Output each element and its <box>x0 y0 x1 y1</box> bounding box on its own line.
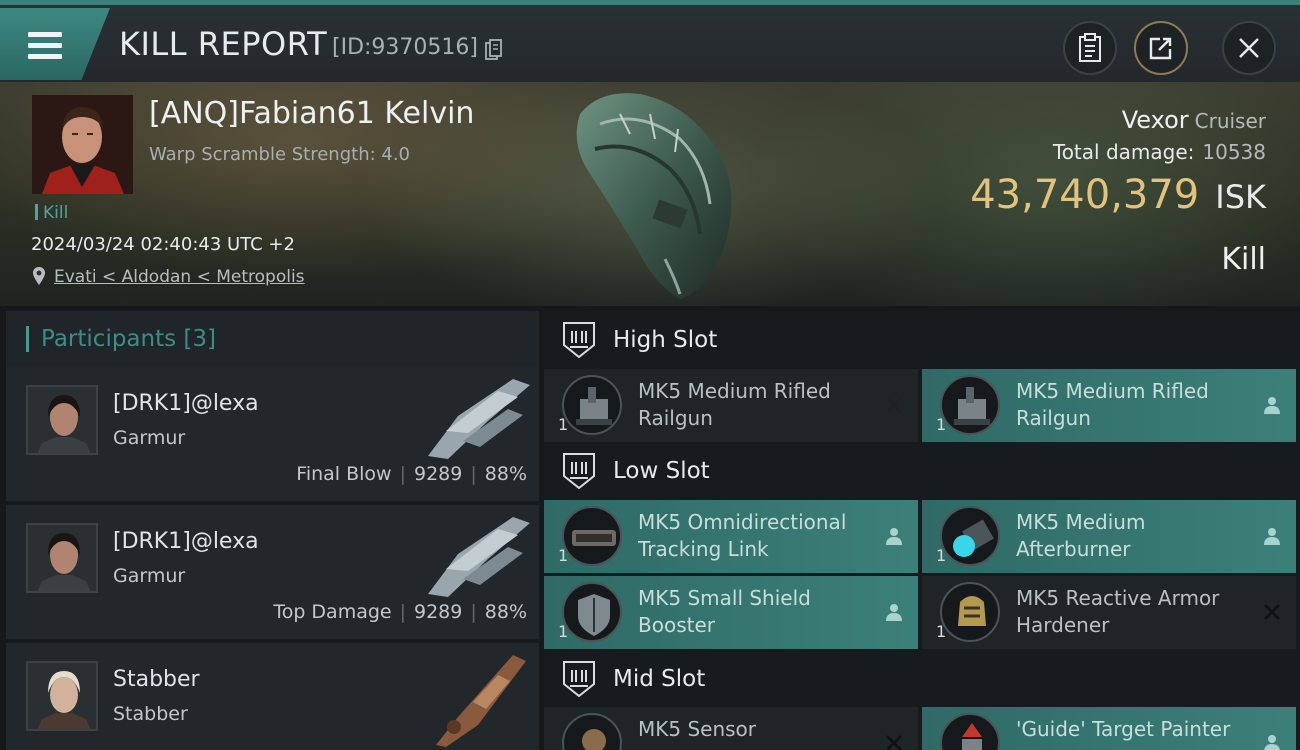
avatar <box>26 661 98 731</box>
total-damage: Total damage: 10538 <box>1052 140 1266 164</box>
victim-portrait[interactable] <box>32 95 133 194</box>
module-qty: 1 <box>936 622 947 641</box>
clipboard-icon <box>1079 33 1101 62</box>
slot-icon <box>563 453 595 490</box>
module-slot[interactable]: 1 MK5 Medium Rifled Railgun <box>544 369 918 442</box>
module-qty: 1 <box>936 415 947 434</box>
copy-icon[interactable] <box>485 39 503 61</box>
module-name: MK5 Sensor <box>638 717 757 741</box>
slot-label: Low Slot <box>613 458 710 484</box>
tracking-link-icon <box>562 506 622 566</box>
module-slot[interactable]: 1 MK5 Reactive Armor Hardener <box>922 576 1296 649</box>
kill-location-link[interactable]: Evati < Aldodan < Metropolis <box>54 267 305 287</box>
participant-name: Stabber <box>113 667 200 692</box>
kill-result: Kill <box>1221 242 1266 277</box>
menu-button[interactable] <box>0 8 110 80</box>
module-slot[interactable]: 1 MK5 Omnidirectional Tracking Link <box>544 500 918 573</box>
close-icon <box>1239 38 1259 58</box>
module-slot[interactable]: 1 MK5 Medium Afterburner <box>922 500 1296 573</box>
close-button[interactable] <box>1222 21 1276 75</box>
module-slot[interactable]: 'Guide' Target Painter <box>922 707 1296 750</box>
clipboard-button[interactable] <box>1063 21 1117 75</box>
slot-label: Mid Slot <box>613 666 706 692</box>
report-id: [ID:9370516] <box>332 35 478 60</box>
module-name: MK5 Small Shield Booster <box>638 586 811 637</box>
module-qty: 1 <box>558 546 569 565</box>
participant-row[interactable]: [DRK1]@lexa Garmur Top Damage | 9289 | 88% <box>6 505 539 639</box>
menu-icon <box>28 32 62 60</box>
victim-summary: [ANQ]Fabian61 Kelvin Warp Scramble Stren… <box>0 82 1300 306</box>
avatar <box>26 523 98 593</box>
railgun-icon <box>940 375 1000 435</box>
module-name: MK5 Medium Rifled Railgun <box>638 379 831 430</box>
target-painter-icon <box>940 713 1000 750</box>
title-bar: KILL REPORT [ID:9370516] <box>0 0 1300 82</box>
page-title: KILL REPORT <box>119 25 328 63</box>
module-name: MK5 Reactive Armor Hardener <box>1016 586 1220 637</box>
warp-scramble-strength: Warp Scramble Strength: 4.0 <box>149 144 411 165</box>
module-slot[interactable]: MK5 Sensor <box>544 707 918 750</box>
afterburner-icon <box>940 506 1000 566</box>
participant-row[interactable]: [DRK1]@lexa Garmur Final Blow | 9289 | 88% <box>6 367 539 501</box>
module-qty: 1 <box>558 415 569 434</box>
participant-ship-image <box>436 655 526 747</box>
high-slot-header: High Slot <box>544 311 1300 371</box>
participant-row[interactable]: Stabber Stabber <box>6 643 539 750</box>
participant-ship: Garmur <box>113 565 186 587</box>
participant-name: [DRK1]@lexa <box>113 529 259 554</box>
slot-label: High Slot <box>613 327 718 353</box>
person-icon <box>886 528 902 545</box>
module-qty: 1 <box>558 622 569 641</box>
x-icon <box>1264 604 1280 620</box>
person-icon <box>1264 397 1280 414</box>
module-qty: 1 <box>936 546 947 565</box>
participant-ship-image <box>428 517 530 597</box>
module-name: MK5 Medium Afterburner <box>1016 510 1146 561</box>
module-name: MK5 Omnidirectional Tracking Link <box>638 510 847 561</box>
person-icon <box>1264 735 1280 750</box>
mid-slot-header: Mid Slot <box>544 650 1300 710</box>
person-icon <box>886 604 902 621</box>
slot-icon <box>563 322 595 359</box>
participants-panel: Participants [3] [DRK1]@lexa Garmur Fina… <box>6 311 539 750</box>
slot-icon <box>563 661 595 698</box>
participant-name: [DRK1]@lexa <box>113 391 259 416</box>
participant-ship-image <box>428 379 530 459</box>
armor-hardener-icon <box>940 582 1000 642</box>
participant-ship: Stabber <box>113 703 188 725</box>
participant-ship: Garmur <box>113 427 186 449</box>
x-icon <box>886 735 902 750</box>
railgun-icon <box>562 375 622 435</box>
x-icon <box>886 397 902 413</box>
location-pin-icon <box>33 267 45 285</box>
module-slot[interactable]: 1 MK5 Small Shield Booster <box>544 576 918 649</box>
kill-type-tag: Kill <box>35 203 68 223</box>
share-icon <box>1149 37 1172 60</box>
low-slot-header: Low Slot <box>544 442 1300 502</box>
module-slot[interactable]: 1 MK5 Medium Rifled Railgun <box>922 369 1296 442</box>
participant-stats: Top Damage | 9289 | 88% <box>273 601 527 623</box>
kill-datetime: 2024/03/24 02:40:43 UTC +2 <box>31 234 295 255</box>
victim-name[interactable]: [ANQ]Fabian61 Kelvin <box>149 96 474 131</box>
participant-stats: Final Blow | 9289 | 88% <box>296 463 527 485</box>
avatar <box>26 385 98 455</box>
victim-ship-image <box>576 93 732 299</box>
shield-booster-icon <box>562 582 622 642</box>
isk-value: 43,740,379 ISK <box>970 172 1266 218</box>
victim-ship[interactable]: Vexor Cruiser <box>1122 106 1266 134</box>
module-name: MK5 Medium Rifled Railgun <box>1016 379 1209 430</box>
share-button[interactable] <box>1134 21 1188 75</box>
sensor-icon <box>562 713 622 750</box>
participants-header: Participants [3] <box>6 311 539 367</box>
person-icon <box>1264 528 1280 545</box>
fitting-panel: High Slot 1 MK5 Medium Rifled Railgun 1 … <box>544 311 1300 750</box>
module-name: 'Guide' Target Painter <box>1016 717 1231 741</box>
